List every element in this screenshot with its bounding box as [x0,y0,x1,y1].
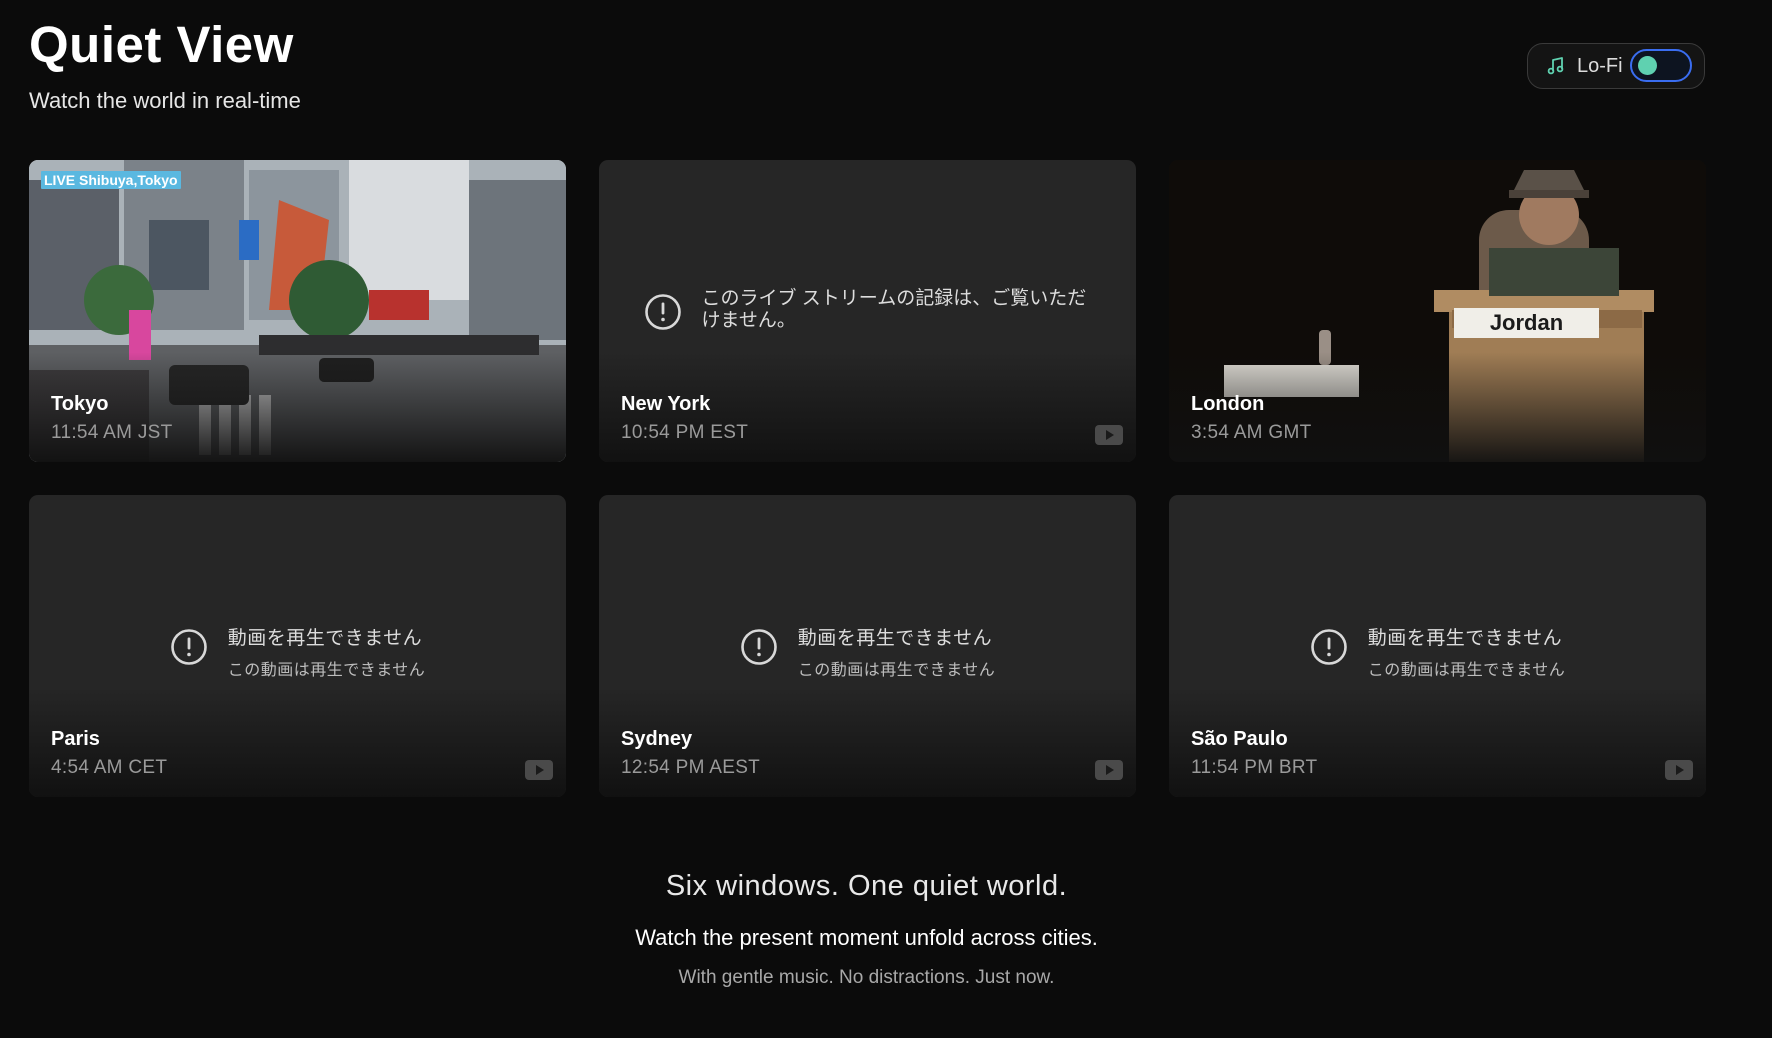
city-card-tokyo[interactable]: LIVE Shibuya,Tokyo Tokyo 11:54 AM JST [29,160,566,462]
city-name: Tokyo [51,393,109,415]
lofi-label: Lo-Fi [1577,54,1623,77]
lofi-switch[interactable] [1630,49,1692,82]
city-card-sydney[interactable]: 動画を再生できません この動画は再生できません Sydney 12:54 PM … [599,495,1136,797]
video-error: 動画を再生できません この動画は再生できません [29,623,566,680]
footer-line: With gentle music. No distractions. Just… [678,967,1055,988]
city-card-london[interactable]: Jordan London 3:54 AM GMT [1169,160,1706,462]
city-time: 11:54 AM JST [51,422,173,443]
city-name: Sydney [621,728,693,750]
live-tag: LIVE Shibuya,Tokyo [41,171,181,189]
youtube-icon[interactable] [1095,760,1123,780]
youtube-icon[interactable] [1665,760,1693,780]
footer-line: Watch the present moment unfold across c… [635,925,1098,950]
card-overlay [29,352,566,462]
alert-icon [644,293,682,331]
name-sign: Jordan [1489,310,1564,335]
error-title: 動画を再生できません [797,628,993,649]
city-name: Paris [51,728,100,750]
page-subtitle: Watch the world in real-time [29,88,301,113]
page-title: Quiet View [29,16,294,73]
city-name: New York [621,393,711,415]
error-message: 動画を再生できません この動画は再生できません [1368,623,1566,680]
city-time: 10:54 PM EST [621,422,749,443]
alert-icon [1310,628,1348,666]
city-time: 12:54 PM AEST [621,757,761,778]
city-card-new-york[interactable]: このライブ ストリームの記録は、ご覧いただけません。 New York 10:5… [599,160,1136,462]
city-card-sao-paulo[interactable]: 動画を再生できません この動画は再生できません São Paulo 11:54 … [1169,495,1706,797]
error-title: 動画を再生できません [1367,628,1563,649]
footer-headline: Six windows. One quiet world. [665,870,1068,902]
alert-icon [740,628,778,666]
error-title: 動画を再生できません [227,628,423,649]
video-error: 動画を再生できません この動画は再生できません [599,623,1136,680]
city-time: 3:54 AM GMT [1191,422,1312,443]
error-message: 動画を再生できません この動画は再生できません [228,623,426,680]
city-card-paris[interactable]: 動画を再生できません この動画は再生できません Paris 4:54 AM CE… [29,495,566,797]
lofi-switch-knob [1638,56,1657,75]
error-detail: この動画は再生できません [227,662,426,679]
video-error: このライブ ストリームの記録は、ご覧いただけません。 [599,288,1136,332]
error-message: 動画を再生できません この動画は再生できません [798,623,996,680]
header: Quiet View Watch the world in real-time [29,14,301,114]
city-time: 4:54 AM CET [51,757,168,778]
city-name: São Paulo [1191,728,1288,750]
city-time: 11:54 PM BRT [1191,757,1318,778]
city-grid: LIVE Shibuya,Tokyo Tokyo 11:54 AM JST この… [29,160,1707,800]
music-note-icon [1546,56,1566,76]
error-message: このライブ ストリームの記録は、ご覧いただけません。 [701,288,1087,331]
card-overlay [29,687,566,797]
lofi-toggle-control[interactable]: Lo-Fi [1527,43,1705,89]
alert-icon [170,628,208,666]
city-name: London [1191,393,1265,415]
youtube-icon[interactable] [1095,425,1123,445]
error-detail: この動画は再生できません [1367,662,1566,679]
footer: Six windows. One quiet world. Watch the … [0,870,1733,989]
youtube-icon[interactable] [525,760,553,780]
error-detail: この動画は再生できません [797,662,996,679]
video-error: 動画を再生できません この動画は再生できません [1169,623,1706,680]
